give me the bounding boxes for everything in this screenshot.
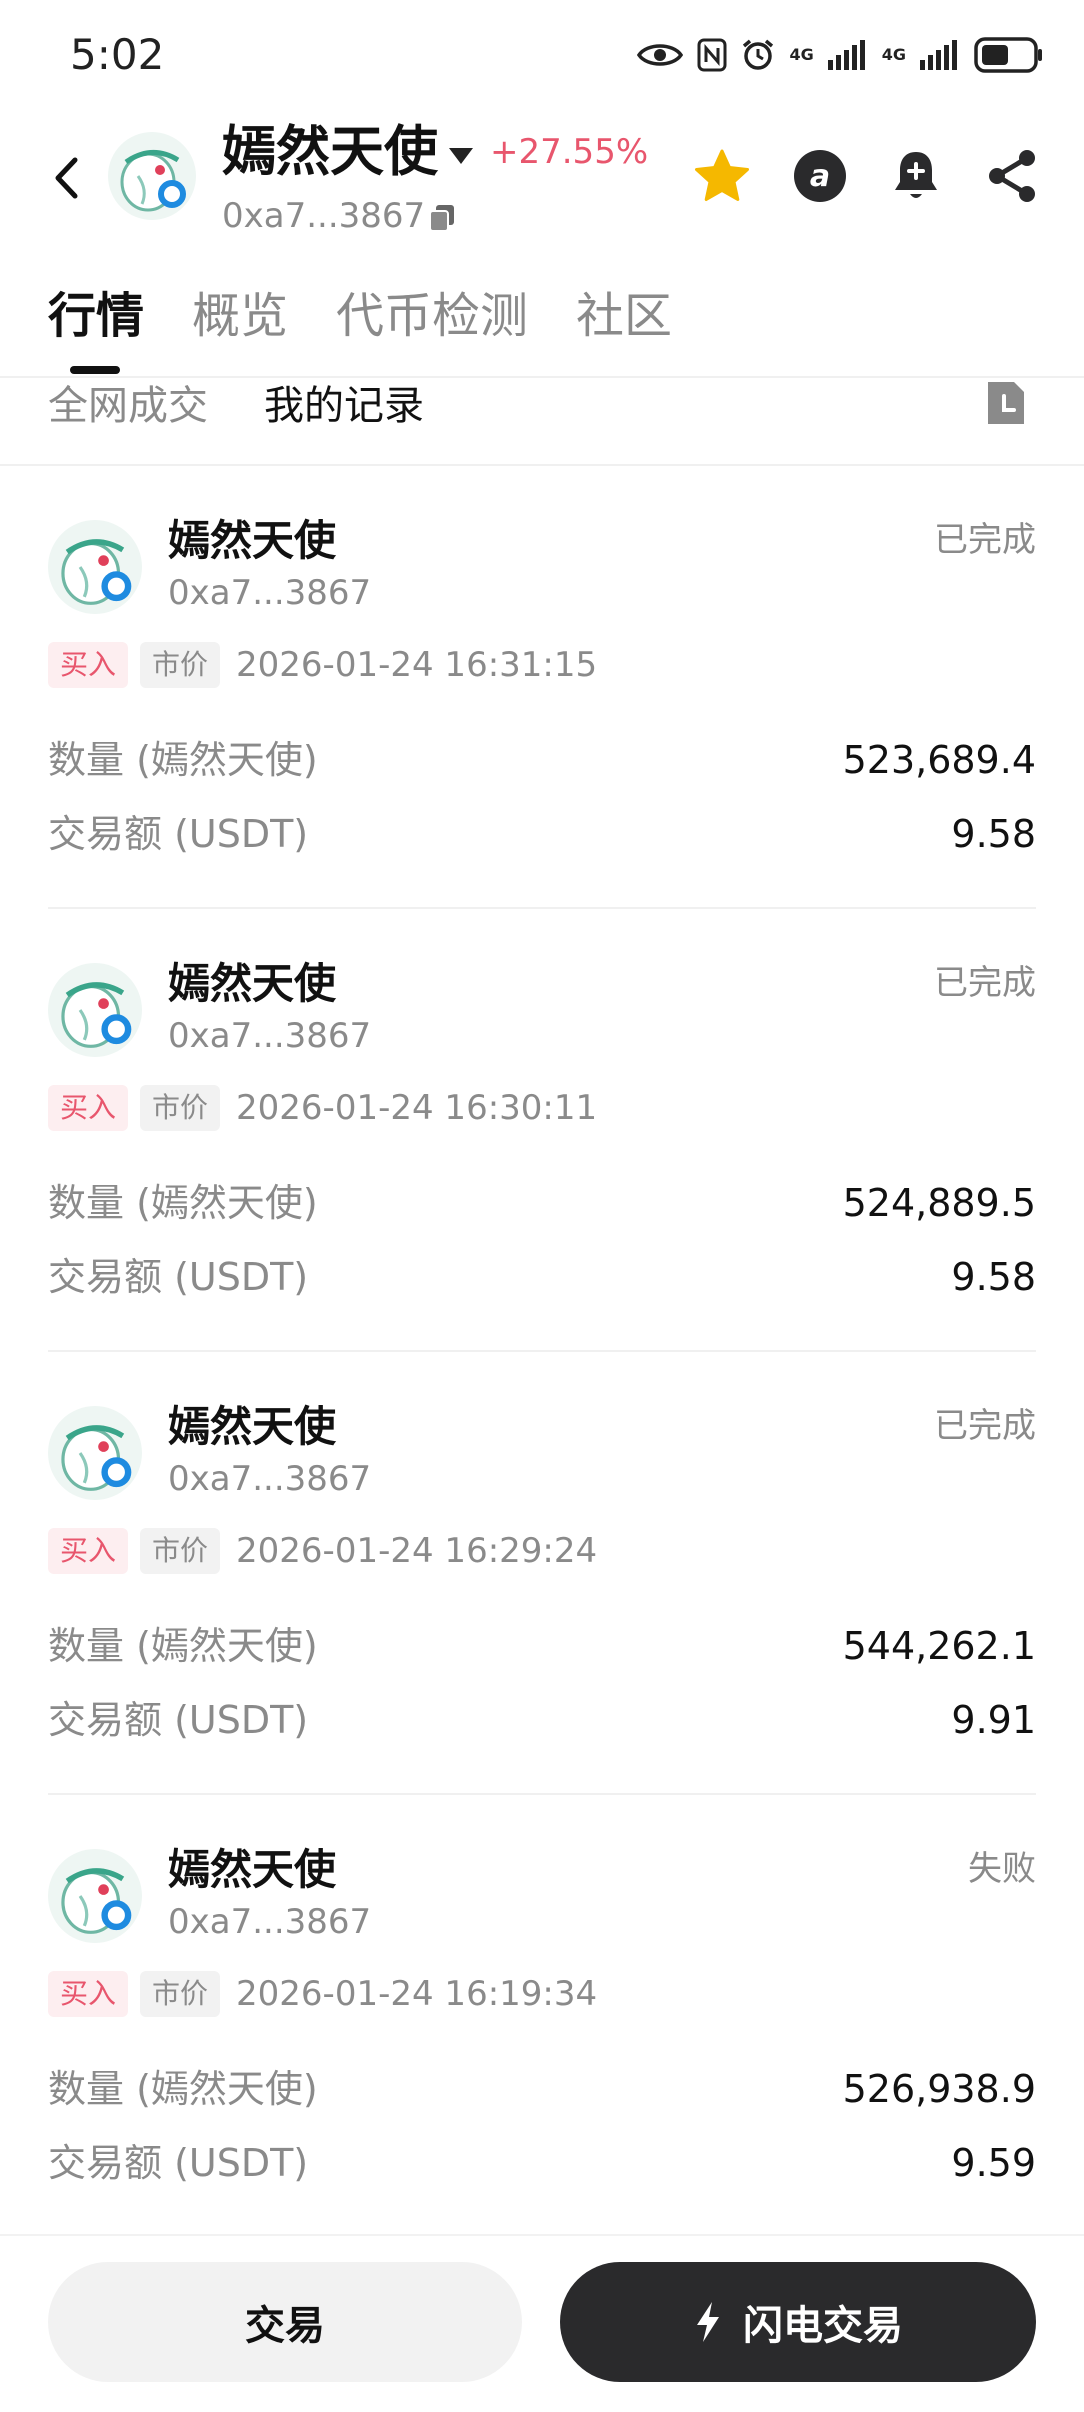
back-icon bbox=[55, 157, 78, 199]
trade-token-name: 嫣然天使 bbox=[168, 516, 337, 565]
trade-tags: 买入 市价 2026-01-24 16:19:34 bbox=[48, 1969, 597, 2019]
price-change: +27.55% bbox=[490, 132, 649, 172]
favorite-button[interactable] bbox=[686, 140, 758, 212]
trade-status: 已完成 bbox=[934, 520, 1036, 560]
copy-icon[interactable] bbox=[426, 202, 458, 234]
trade-record[interactable]: 嫣然天使 0xa7...3867 已完成 买入 市价 2026-01-24 16… bbox=[0, 466, 1084, 909]
amount-value: 9.58 bbox=[951, 1255, 1036, 1299]
quantity-label: 数量 (嫣然天使) bbox=[48, 738, 318, 782]
order-type-badge: 市价 bbox=[140, 1528, 221, 1574]
at-button[interactable]: a bbox=[784, 140, 856, 212]
alarm-icon bbox=[743, 39, 774, 70]
quantity-label: 数量 (嫣然天使) bbox=[48, 1181, 318, 1225]
price-alert-button[interactable] bbox=[880, 140, 952, 212]
token-logo bbox=[48, 1849, 142, 1943]
tab-overview[interactable]: 概览 bbox=[192, 284, 288, 348]
trade-tags: 买入 市价 2026-01-24 16:29:24 bbox=[48, 1526, 597, 1576]
token-address: 0xa7...3867 bbox=[222, 196, 426, 236]
trade-time: 2026-01-24 16:30:11 bbox=[236, 1088, 598, 1128]
star-icon bbox=[695, 149, 749, 201]
quantity-value: 544,262.1 bbox=[842, 1624, 1036, 1668]
bottom-action-bar: 交易 闪电交易 bbox=[0, 2234, 1084, 2412]
status-time: 5:02 bbox=[70, 30, 165, 79]
token-logo bbox=[108, 132, 196, 220]
tab-market[interactable]: 行情 bbox=[48, 284, 144, 348]
amount-label: 交易额 (USDT) bbox=[48, 812, 309, 856]
share-button[interactable] bbox=[976, 140, 1048, 212]
trade-record[interactable]: 嫣然天使 0xa7...3867 已完成 买入 市价 2026-01-24 16… bbox=[0, 1352, 1084, 1795]
amount-value: 9.58 bbox=[951, 812, 1036, 856]
order-type-badge: 市价 bbox=[140, 1971, 221, 2017]
trade-token-address: 0xa7...3867 bbox=[168, 1459, 372, 1499]
token-name[interactable]: 嫣然天使 bbox=[222, 116, 438, 188]
token-header: 嫣然天使 +27.55% 0xa7...3867 a bbox=[0, 112, 1084, 242]
at-icon: a bbox=[794, 150, 846, 202]
svg-text:a: a bbox=[810, 159, 830, 194]
subtab-my-records[interactable]: 我的记录 bbox=[264, 378, 424, 434]
trade-token-address: 0xa7...3867 bbox=[168, 1016, 372, 1056]
side-badge: 买入 bbox=[48, 1528, 129, 1574]
trade-record[interactable]: 嫣然天使 0xa7...3867 失败 买入 市价 2026-01-24 16:… bbox=[0, 1795, 1084, 2238]
trade-time: 2026-01-24 16:31:15 bbox=[236, 645, 598, 685]
quantity-value: 523,689.4 bbox=[842, 738, 1036, 782]
trade-list: 嫣然天使 0xa7...3867 已完成 买入 市价 2026-01-24 16… bbox=[0, 466, 1084, 2238]
quantity-value: 524,889.5 bbox=[842, 1181, 1036, 1225]
order-type-badge: 市价 bbox=[140, 642, 221, 688]
order-type-badge: 市价 bbox=[140, 1085, 221, 1131]
status-icons: 4G 4G bbox=[637, 30, 1044, 80]
trade-token-name: 嫣然天使 bbox=[168, 1845, 337, 1894]
active-tab-indicator bbox=[70, 366, 120, 374]
share-icon bbox=[989, 150, 1035, 202]
amount-value: 9.59 bbox=[951, 2141, 1036, 2185]
tab-token-check[interactable]: 代币检测 bbox=[336, 284, 528, 348]
quantity-label: 数量 (嫣然天使) bbox=[48, 2067, 318, 2111]
token-logo bbox=[48, 1406, 142, 1500]
trade-token-name: 嫣然天使 bbox=[168, 1402, 337, 1451]
lightning-icon bbox=[697, 2302, 719, 2342]
amount-label: 交易额 (USDT) bbox=[48, 1255, 309, 1299]
amount-label: 交易额 (USDT) bbox=[48, 1698, 309, 1742]
sub-tabs: 全网成交 我的记录 bbox=[0, 378, 1084, 466]
side-badge: 买入 bbox=[48, 1971, 129, 2017]
trade-time: 2026-01-24 16:29:24 bbox=[236, 1531, 598, 1571]
trade-button-label: 交易 bbox=[245, 2303, 325, 2349]
quantity-label: 数量 (嫣然天使) bbox=[48, 1624, 318, 1668]
trade-tags: 买入 市价 2026-01-24 16:30:11 bbox=[48, 1083, 597, 1133]
caret-down-icon[interactable] bbox=[446, 144, 476, 168]
subtab-all-trades[interactable]: 全网成交 bbox=[48, 378, 208, 434]
tab-community[interactable]: 社区 bbox=[576, 284, 672, 348]
signal-4g-icon bbox=[920, 40, 957, 70]
trade-status: 已完成 bbox=[934, 1406, 1036, 1446]
status-bar: 5:02 4G 4G bbox=[0, 0, 1084, 112]
main-tabs: 行情 概览 代币检测 社区 bbox=[0, 270, 1084, 378]
flash-trade-button[interactable]: 闪电交易 bbox=[560, 2262, 1036, 2382]
amount-value: 9.91 bbox=[951, 1698, 1036, 1742]
eye-icon bbox=[637, 44, 684, 66]
trade-status: 已完成 bbox=[934, 963, 1036, 1003]
trade-tags: 买入 市价 2026-01-24 16:31:15 bbox=[48, 640, 597, 690]
token-logo bbox=[48, 520, 142, 614]
signal-4g-icon bbox=[827, 40, 865, 70]
amount-label: 交易额 (USDT) bbox=[48, 2141, 309, 2185]
side-badge: 买入 bbox=[48, 1085, 129, 1131]
token-logo bbox=[48, 963, 142, 1057]
trade-token-address: 0xa7...3867 bbox=[168, 1902, 372, 1942]
network-label: 4G bbox=[789, 45, 814, 64]
side-badge: 买入 bbox=[48, 642, 129, 688]
add-alert-icon bbox=[895, 152, 937, 198]
nfc-icon bbox=[697, 38, 727, 72]
trade-time: 2026-01-24 16:19:34 bbox=[236, 1974, 598, 2014]
trade-token-name: 嫣然天使 bbox=[168, 959, 337, 1008]
quantity-value: 526,938.9 bbox=[842, 2067, 1036, 2111]
battery-icon bbox=[974, 37, 1042, 73]
trade-button[interactable]: 交易 bbox=[48, 2262, 522, 2382]
trade-status: 失败 bbox=[968, 1849, 1036, 1889]
flash-trade-button-label: 闪电交易 bbox=[743, 2303, 903, 2349]
history-icon[interactable] bbox=[984, 378, 1028, 428]
trade-token-address: 0xa7...3867 bbox=[168, 573, 372, 613]
network-label: 4G bbox=[881, 45, 906, 64]
trade-record[interactable]: 嫣然天使 0xa7...3867 已完成 买入 市价 2026-01-24 16… bbox=[0, 909, 1084, 1352]
back-button[interactable] bbox=[44, 148, 88, 208]
